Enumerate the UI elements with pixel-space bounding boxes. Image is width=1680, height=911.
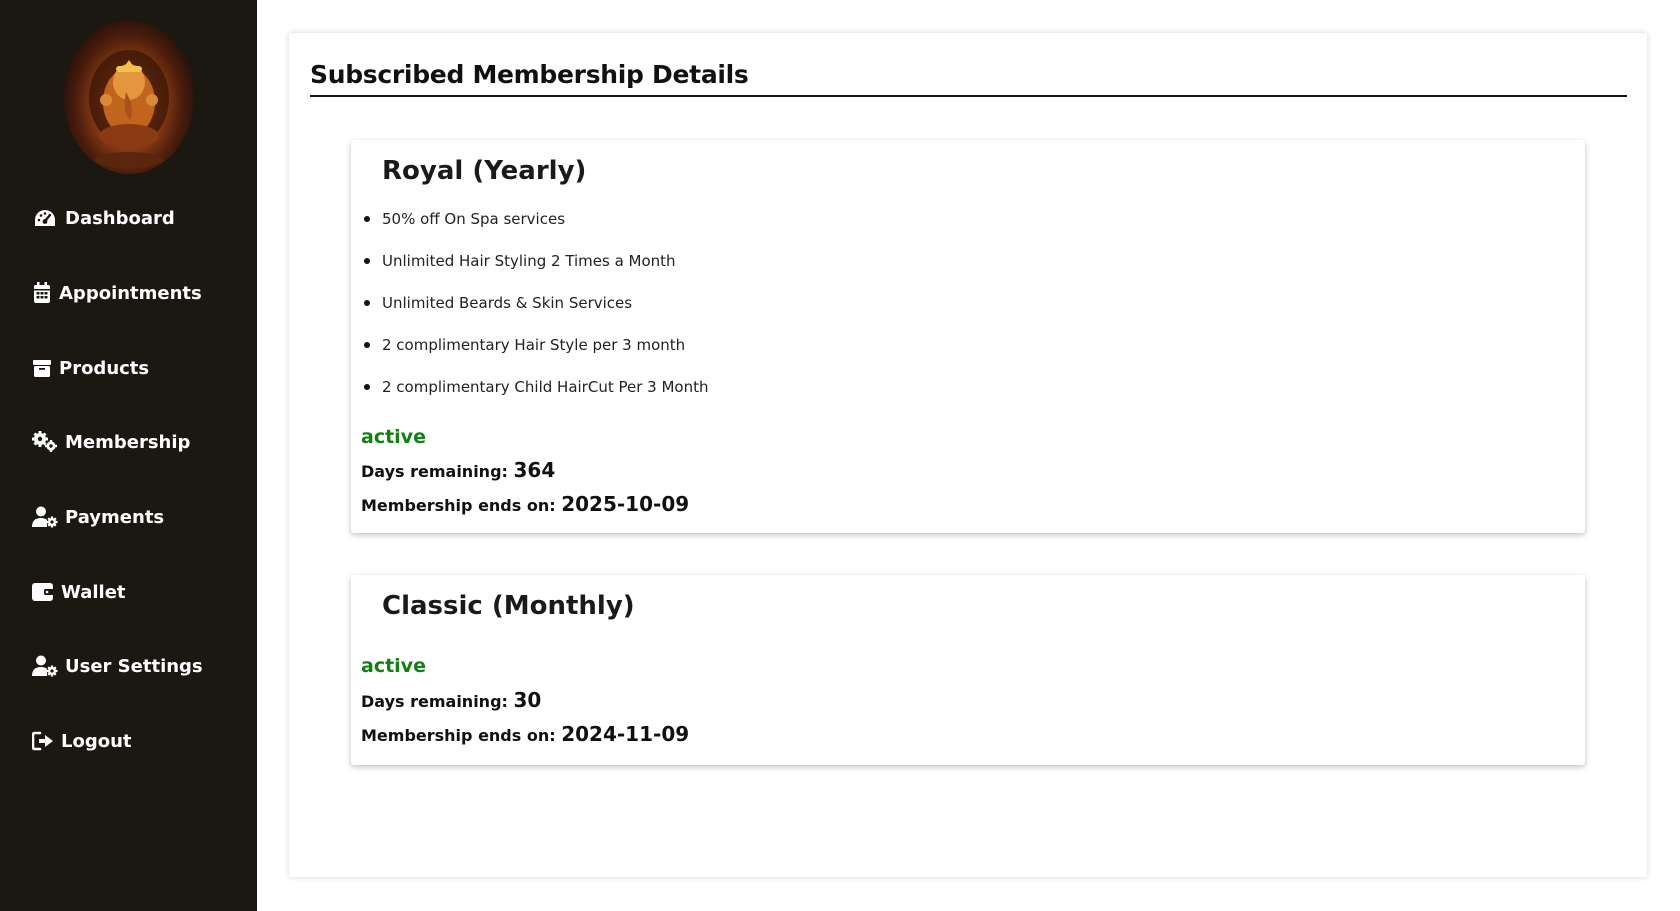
sidebar-item-label: Wallet (61, 581, 126, 603)
status-badge: active (361, 655, 426, 677)
box-icon (32, 356, 52, 380)
sidebar-item-user-settings[interactable]: User Settings (32, 654, 203, 678)
sidebar-item-label: Membership (65, 431, 191, 453)
wallet-icon (32, 580, 54, 604)
ganesha-logo (64, 20, 194, 174)
benefit-item: Unlimited Beards & Skin Services (361, 294, 708, 336)
dashboard-gauge-icon (32, 206, 58, 230)
user-gear-icon (32, 505, 58, 529)
benefit-item: Unlimited Hair Styling 2 Times a Month (361, 252, 708, 294)
benefit-item: 50% off On Spa services (361, 210, 708, 252)
end-date-label: Membership ends on: (361, 726, 556, 745)
calendar-icon (32, 281, 52, 305)
sidebar: Dashboard Appointments Products Membersh… (0, 0, 257, 911)
benefit-item: 2 complimentary Hair Style per 3 month (361, 336, 708, 378)
sidebar-item-label: User Settings (65, 655, 203, 677)
benefits-list: 50% off On Spa services Unlimited Hair S… (361, 210, 708, 420)
page-title: Subscribed Membership Details (310, 60, 749, 89)
sidebar-item-payments[interactable]: Payments (32, 505, 164, 529)
membership-name: Royal (Yearly) (382, 156, 587, 186)
user-gear-icon (32, 654, 58, 678)
sidebar-item-wallet[interactable]: Wallet (32, 580, 126, 604)
days-remaining-label: Days remaining: (361, 462, 508, 481)
membership-card-royal: Royal (Yearly) 50% off On Spa services U… (351, 140, 1585, 533)
days-remaining: Days remaining: 364 (361, 458, 555, 482)
sidebar-item-appointments[interactable]: Appointments (32, 281, 202, 305)
title-divider (310, 95, 1627, 97)
days-remaining-value: 364 (513, 458, 556, 482)
membership-card-classic: Classic (Monthly) active Days remaining:… (351, 575, 1585, 765)
status-badge: active (361, 426, 426, 448)
days-remaining-value: 30 (513, 688, 542, 712)
sidebar-item-label: Payments (65, 506, 165, 528)
sidebar-item-label: Dashboard (65, 207, 175, 229)
benefit-item: 2 complimentary Child HairCut Per 3 Mont… (361, 378, 708, 420)
end-date-value: 2025-10-09 (561, 492, 690, 516)
membership-name: Classic (Monthly) (382, 591, 635, 621)
logout-icon (32, 729, 54, 753)
sidebar-item-label: Products (59, 357, 150, 379)
sidebar-item-dashboard[interactable]: Dashboard (32, 206, 175, 230)
membership-end-date: Membership ends on: 2024-11-09 (361, 722, 689, 746)
membership-end-date: Membership ends on: 2025-10-09 (361, 492, 689, 516)
sidebar-item-logout[interactable]: Logout (32, 729, 132, 753)
sidebar-item-membership[interactable]: Membership (32, 430, 190, 454)
ganesha-logo-image (89, 50, 169, 168)
days-remaining: Days remaining: 30 (361, 688, 541, 712)
end-date-label: Membership ends on: (361, 496, 556, 515)
gears-icon (32, 430, 58, 454)
sidebar-item-label: Appointments (59, 282, 202, 304)
sidebar-item-label: Logout (61, 730, 132, 752)
end-date-value: 2024-11-09 (561, 722, 690, 746)
sidebar-item-products[interactable]: Products (32, 356, 149, 380)
membership-panel: Subscribed Membership Details Royal (Yea… (289, 33, 1647, 877)
days-remaining-label: Days remaining: (361, 692, 508, 711)
